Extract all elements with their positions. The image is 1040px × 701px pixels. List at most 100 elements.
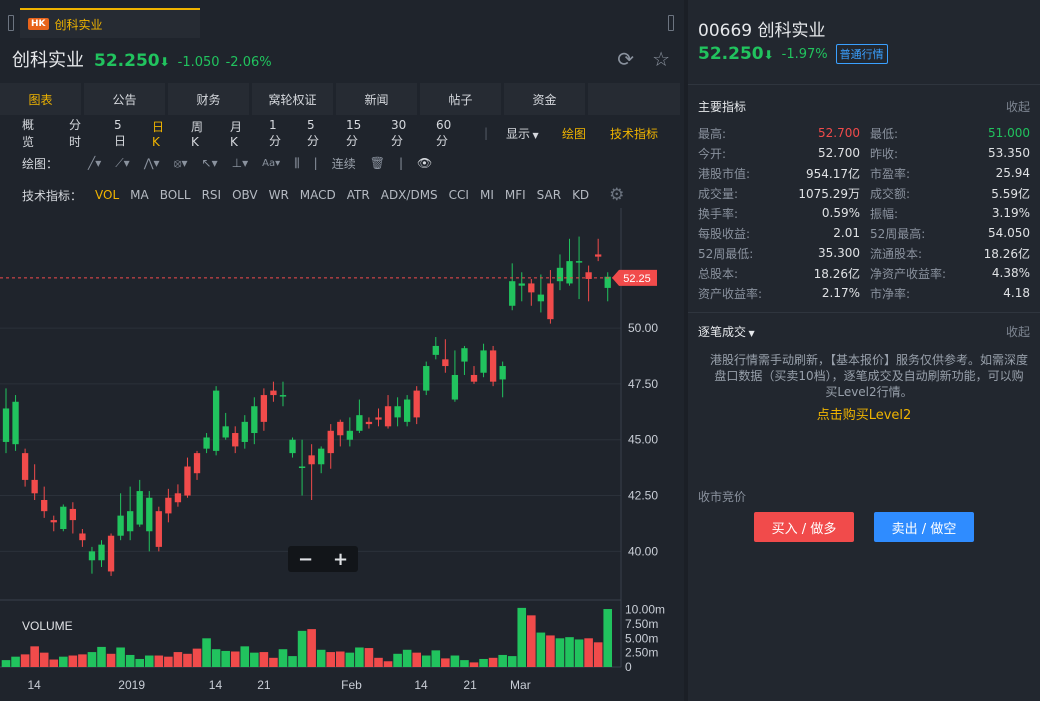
volume-bar xyxy=(211,649,221,667)
tab-scroll-left-icon[interactable] xyxy=(8,15,14,31)
arrow-tool-icon[interactable]: ↖▾ xyxy=(202,156,218,170)
candle-body xyxy=(566,261,573,284)
volume-bar xyxy=(97,646,106,667)
buy-long-button[interactable]: 买入 / 做多 xyxy=(754,512,854,542)
indicator-mi[interactable]: MI xyxy=(480,188,494,202)
metric-label: 52周最低: xyxy=(698,246,754,261)
indicator-mfi[interactable]: MFI xyxy=(505,188,526,202)
period-monthly[interactable]: 月K xyxy=(230,118,242,149)
bar-pattern-tool-icon[interactable]: ⫼ xyxy=(294,156,300,171)
period-weekly[interactable]: 周K xyxy=(191,118,203,149)
volume-bar xyxy=(498,654,507,667)
period-daily[interactable]: 日K xyxy=(152,118,164,149)
tab-posts[interactable]: 帖子 xyxy=(420,83,501,115)
metric-value: 18.26亿 xyxy=(983,246,1030,261)
wave-tool-icon[interactable]: ⋀▾ xyxy=(144,156,160,170)
volume-bar xyxy=(507,656,517,667)
period-5day[interactable]: 5日 xyxy=(114,118,126,149)
drawing-toggle[interactable]: 绘图 xyxy=(562,125,592,142)
period-1min[interactable]: 1分 xyxy=(269,118,281,149)
indicator-obv[interactable]: OBV xyxy=(232,188,258,202)
period-intraday[interactable]: 分时 xyxy=(69,116,81,150)
volume-bar xyxy=(1,660,11,667)
metrics-collapse-link[interactable]: 收起 xyxy=(1006,98,1030,115)
period-overview[interactable]: 概览 xyxy=(22,116,34,150)
indicator-cci[interactable]: CCI xyxy=(449,188,469,202)
trades-section-title[interactable]: 逐笔成交 ▼ xyxy=(698,323,755,340)
ray-tool-icon[interactable]: ⟋▾ xyxy=(115,156,129,171)
metric-value: 954.17亿 xyxy=(806,166,860,181)
tab-news[interactable]: 新闻 xyxy=(336,83,417,115)
tab-chart[interactable]: 图表 xyxy=(0,83,81,115)
tab-scroll-right-icon[interactable] xyxy=(668,15,674,31)
volume-bar xyxy=(517,607,527,667)
period-30min[interactable]: 30分 xyxy=(391,118,406,149)
indicator-sar[interactable]: SAR xyxy=(537,188,561,202)
metric-value: 3.19% xyxy=(991,206,1030,220)
candle-body xyxy=(308,455,315,465)
tab-announcements[interactable]: 公告 xyxy=(84,83,165,115)
line-tool-icon[interactable]: ╱▾ xyxy=(88,156,101,170)
indicator-rsi[interactable]: RSI xyxy=(202,188,222,202)
volume-bar xyxy=(412,652,421,667)
fib-tool-icon[interactable]: ⦻▾ xyxy=(174,156,188,171)
eye-icon[interactable]: 👁︎ xyxy=(417,156,432,170)
tab-financials[interactable]: 财务 xyxy=(168,83,249,115)
indicator-boll[interactable]: BOLL xyxy=(160,188,191,202)
indicator-adx-dms[interactable]: ADX/DMS xyxy=(381,188,438,202)
metric-row: 港股市值: 954.17亿 市盈率: 25.94 xyxy=(698,163,1030,183)
candle-body xyxy=(136,491,143,525)
candle-body xyxy=(12,401,19,445)
indicator-atr[interactable]: ATR xyxy=(347,188,370,202)
zoom-in-button[interactable]: + xyxy=(333,549,348,570)
metric-label: 港股市值: xyxy=(698,166,751,181)
stock-window-tab[interactable]: HK 创科实业 xyxy=(20,8,200,38)
indicator-macd[interactable]: MACD xyxy=(300,188,336,202)
candle-body xyxy=(260,395,268,422)
price-tick-label: 40.00 xyxy=(628,544,658,558)
volume-bar xyxy=(39,652,49,667)
period-60min[interactable]: 60分 xyxy=(436,118,451,149)
buy-level2-link[interactable]: 点击购买Level2 xyxy=(688,404,1040,423)
volume-tick-label: 2.50m xyxy=(625,646,658,660)
candle-body xyxy=(384,406,392,427)
indicator-ma[interactable]: MA xyxy=(130,188,149,202)
display-dropdown[interactable]: 显示 ▼ xyxy=(506,125,546,142)
volume-bar xyxy=(574,639,584,667)
candle-body xyxy=(365,421,373,425)
period-15min[interactable]: 15分 xyxy=(346,118,361,149)
candle-body xyxy=(470,374,478,382)
volume-bar xyxy=(402,649,412,667)
candlestick-chart[interactable]: 52.25 50.00 47.50 45.00 42.50 40.00 10.00m7.50… xyxy=(0,208,684,701)
metric-value: 0.59% xyxy=(821,206,860,220)
candle-body xyxy=(174,493,182,503)
measure-tool-icon[interactable]: ⊥▾ xyxy=(232,156,248,170)
metric-label: 资产收益率: xyxy=(698,286,763,301)
metrics-section-title: 主要指标 xyxy=(698,100,747,114)
period-5min[interactable]: 5分 xyxy=(307,118,319,149)
metric-value: 5.59亿 xyxy=(991,186,1030,201)
candle-body xyxy=(528,283,535,293)
candle-body xyxy=(298,466,306,469)
tab-warrants[interactable]: 窝轮权证 xyxy=(252,83,333,115)
indicator-settings-gear-icon[interactable]: ⚙ xyxy=(609,185,624,205)
continuous-draw-toggle[interactable]: 连续 xyxy=(332,155,356,172)
volume-bar xyxy=(68,655,78,667)
quote-level-badge[interactable]: 普通行情 xyxy=(835,44,888,64)
metric-value: 1075.29万 xyxy=(798,186,860,201)
favorite-star-icon[interactable]: ☆ xyxy=(652,47,670,71)
zoom-out-button[interactable]: − xyxy=(298,549,313,570)
refresh-icon[interactable]: ⟳ xyxy=(617,47,634,71)
trades-collapse-link[interactable]: 收起 xyxy=(1006,323,1030,340)
last-price: 52.250⬇ xyxy=(94,51,170,71)
candle-body xyxy=(155,511,162,547)
metric-label: 总股本: xyxy=(698,266,739,281)
text-tool-icon[interactable]: Aa▾ xyxy=(262,158,280,169)
sell-short-button[interactable]: 卖出 / 做空 xyxy=(874,512,974,542)
indicator-wr[interactable]: WR xyxy=(269,188,289,202)
trash-icon[interactable]: 🗑︎ xyxy=(370,156,385,170)
indicator-kd[interactable]: KD xyxy=(572,188,589,202)
indicator-vol[interactable]: VOL xyxy=(95,188,119,202)
tech-indicator-toggle[interactable]: 技术指标 xyxy=(610,125,662,142)
tab-capital-flow[interactable]: 资金 xyxy=(504,83,585,115)
